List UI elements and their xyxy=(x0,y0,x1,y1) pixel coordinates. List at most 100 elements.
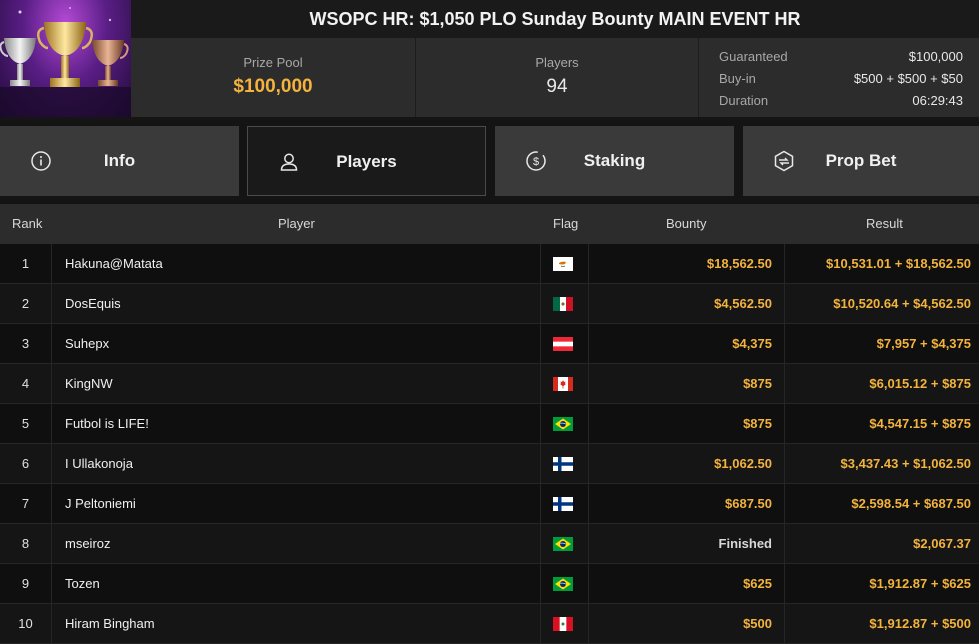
brazil-flag-icon xyxy=(553,577,573,591)
flag-cell xyxy=(542,524,589,564)
peru-flag-icon xyxy=(553,617,573,631)
column-header-result[interactable]: Result xyxy=(866,204,903,244)
tab-info[interactable]: Info xyxy=(0,126,239,196)
player-name[interactable]: Suhepx xyxy=(53,324,541,364)
flag-cell xyxy=(542,324,589,364)
tournament-details: Guaranteed $100,000 Buy-in $500 + $500 +… xyxy=(719,46,963,112)
result-cell: $10,520.64 + $4,562.50 xyxy=(833,296,971,311)
result-cell: $10,531.01 + $18,562.50 xyxy=(826,256,971,271)
player-name[interactable]: Hiram Bingham xyxy=(53,604,541,644)
result-cell: $7,957 + $4,375 xyxy=(876,336,971,351)
tab-staking[interactable]: $ Staking xyxy=(495,126,734,196)
bounty-cell: $4,375 xyxy=(590,324,785,364)
detail-label: Buy-in xyxy=(719,71,756,86)
canada-flag-icon xyxy=(553,377,573,391)
trophy-image xyxy=(0,0,131,117)
table-header: Rank Player Flag Bounty Result xyxy=(0,204,979,244)
result-cell: $1,912.87 + $625 xyxy=(869,576,971,591)
result-cell: $3,437.43 + $1,062.50 xyxy=(840,456,971,471)
bounty-cell: $687.50 xyxy=(590,484,785,524)
prize-pool-label: Prize Pool xyxy=(243,55,303,70)
result-cell: $1,912.87 + $500 xyxy=(869,616,971,631)
brazil-flag-icon xyxy=(553,537,573,551)
tab-players[interactable]: Players xyxy=(247,126,486,196)
tab-bar: Info Players $ Staking Prop Bet xyxy=(0,126,979,196)
table-row[interactable]: 6I Ullakonoja $1,062.50 $3,437.43 + $1,062… xyxy=(0,444,979,484)
players-stat: Players 94 xyxy=(415,38,699,117)
table-row[interactable]: 3 Suhepx $4,375 $7,957 + $4,375 xyxy=(0,324,979,364)
column-header-player[interactable]: Player xyxy=(278,204,315,244)
rank-cell: 5 xyxy=(0,404,52,444)
austria-flag-icon xyxy=(553,337,573,351)
player-name[interactable]: mseiroz xyxy=(53,524,541,564)
column-header-bounty[interactable]: Bounty xyxy=(666,204,706,244)
bounty-cell: $625 xyxy=(590,564,785,604)
detail-value: 06:29:43 xyxy=(912,93,963,108)
rank-cell: 10 xyxy=(0,604,52,644)
table-row[interactable]: 4 KingNW $875 $6,015.12 + $875 xyxy=(0,364,979,404)
result-cell: $4,547.15 + $875 xyxy=(869,416,971,431)
flag-cell xyxy=(542,444,589,484)
brazil-flag-icon xyxy=(553,417,573,431)
tab-label: Prop Bet xyxy=(825,151,897,170)
rank-cell: 1 xyxy=(0,244,52,284)
detail-duration: Duration 06:29:43 xyxy=(719,90,963,112)
players-label: Players xyxy=(535,55,579,70)
flag-cell xyxy=(542,404,589,444)
prize-pool-stat: Prize Pool $100,000 xyxy=(131,38,415,117)
flag-cell xyxy=(542,244,589,284)
bounty-cell: Finished xyxy=(590,524,785,564)
table-row[interactable]: 8 mseiroz Finished $2,067.37 xyxy=(0,524,979,564)
flag-cell xyxy=(542,604,589,644)
tab-label: Staking xyxy=(583,151,646,170)
cyprus-flag-icon xyxy=(553,257,573,271)
player-name[interactable]: I Ullakonoja xyxy=(53,444,541,484)
player-name[interactable]: Hakuna@Matata xyxy=(53,244,541,284)
player-name[interactable]: DosEquis xyxy=(53,284,541,324)
finland-flag-icon xyxy=(553,457,573,471)
tournament-header: WSOPC HR: $1,050 PLO Sunday Bounty MAIN … xyxy=(0,0,979,120)
table-row[interactable]: 9 Tozen $625 $1,912.87 + $625 xyxy=(0,564,979,604)
rank-cell: 2 xyxy=(0,284,52,324)
table-row[interactable]: 5 Futbol is LIFE! $875 $4,547.15 + $875 xyxy=(0,404,979,444)
bounty-cell: $875 xyxy=(590,364,785,404)
player-name[interactable]: Tozen xyxy=(53,564,541,604)
player-name[interactable]: J Peltoniemi xyxy=(53,484,541,524)
mexico-flag-icon xyxy=(553,297,573,311)
rank-cell: 9 xyxy=(0,564,52,604)
rank-cell: 4 xyxy=(0,364,52,404)
bounty-cell: $4,562.50 xyxy=(590,284,785,324)
finland-flag-icon xyxy=(553,497,573,511)
bounty-cell: $18,562.50 xyxy=(590,244,785,284)
player-name[interactable]: Futbol is LIFE! xyxy=(53,404,541,444)
tab-label: Info xyxy=(103,151,136,170)
table-row[interactable]: 2 DosEquis $4,562.50 $10,520.64 + $4,562.50 xyxy=(0,284,979,324)
flag-cell xyxy=(542,564,589,604)
column-header-flag[interactable]: Flag xyxy=(553,204,578,244)
tab-label: Players xyxy=(336,152,397,171)
player-name[interactable]: KingNW xyxy=(53,364,541,404)
detail-label: Guaranteed xyxy=(719,49,788,64)
stats-bar: Prize Pool $100,000 Players 94 Guarantee… xyxy=(131,38,979,117)
detail-guaranteed: Guaranteed $100,000 xyxy=(719,46,963,68)
result-cell: $2,067.37 xyxy=(913,536,971,551)
detail-value: $100,000 xyxy=(908,49,963,64)
table-row[interactable]: 1 Hakuna@Matata $18,562.50 $10,531.01 + $18… xyxy=(0,244,979,284)
table-row[interactable]: 10 Hiram Bingham $500 $1,912.87 + $500 xyxy=(0,604,979,644)
bounty-cell: $875 xyxy=(590,404,785,444)
flag-cell xyxy=(542,284,589,324)
rank-cell: 6 xyxy=(0,444,52,484)
bounty-cell: $1,062.50 xyxy=(590,444,785,484)
column-header-rank[interactable]: Rank xyxy=(12,204,42,244)
rank-cell: 8 xyxy=(0,524,52,564)
tournament-title: WSOPC HR: $1,050 PLO Sunday Bounty MAIN … xyxy=(131,0,979,38)
tab-prop-bet[interactable]: Prop Bet xyxy=(743,126,979,196)
bounty-cell: $500 xyxy=(590,604,785,644)
detail-label: Duration xyxy=(719,93,769,108)
detail-value: $500 + $500 + $50 xyxy=(853,71,963,86)
rank-cell: 3 xyxy=(0,324,52,364)
prize-pool-value: $100,000 xyxy=(233,76,313,97)
rank-cell: 7 xyxy=(0,484,52,524)
flag-cell xyxy=(542,484,589,524)
table-row[interactable]: 7J Peltoniemi $687.50 $2,598.54 + $687.50 xyxy=(0,484,979,524)
